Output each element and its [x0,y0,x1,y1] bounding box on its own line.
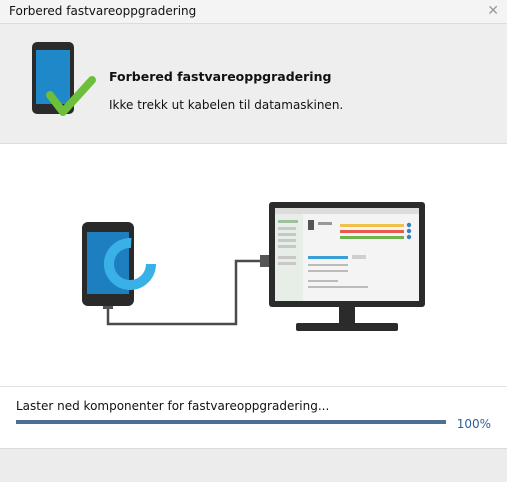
progress-bar-fill [16,420,446,424]
header-subtitle: Ikke trekk ut kabelen til datamaskinen. [109,98,344,112]
status-message: Laster ned komponenter for fastvareoppgr… [16,399,330,413]
progress-percent: 100% [456,417,491,431]
window-title: Forbered fastvareoppgradering [9,4,197,18]
header-panel: Forbered fastvareoppgradering Ikke trekk… [0,24,507,144]
phone-loading-icon [82,222,156,306]
phone-checkmark-icon [32,42,96,116]
progress-bar [16,420,446,424]
monitor-icon [269,202,425,331]
footer-bar [0,448,507,482]
close-icon[interactable]: ✕ [487,3,499,19]
status-panel: Laster ned komponenter for fastvareoppgr… [0,386,507,448]
connection-illustration [0,144,507,386]
header-title: Forbered fastvareoppgradering [109,69,332,84]
title-bar: Forbered fastvareoppgradering ✕ [0,0,507,24]
